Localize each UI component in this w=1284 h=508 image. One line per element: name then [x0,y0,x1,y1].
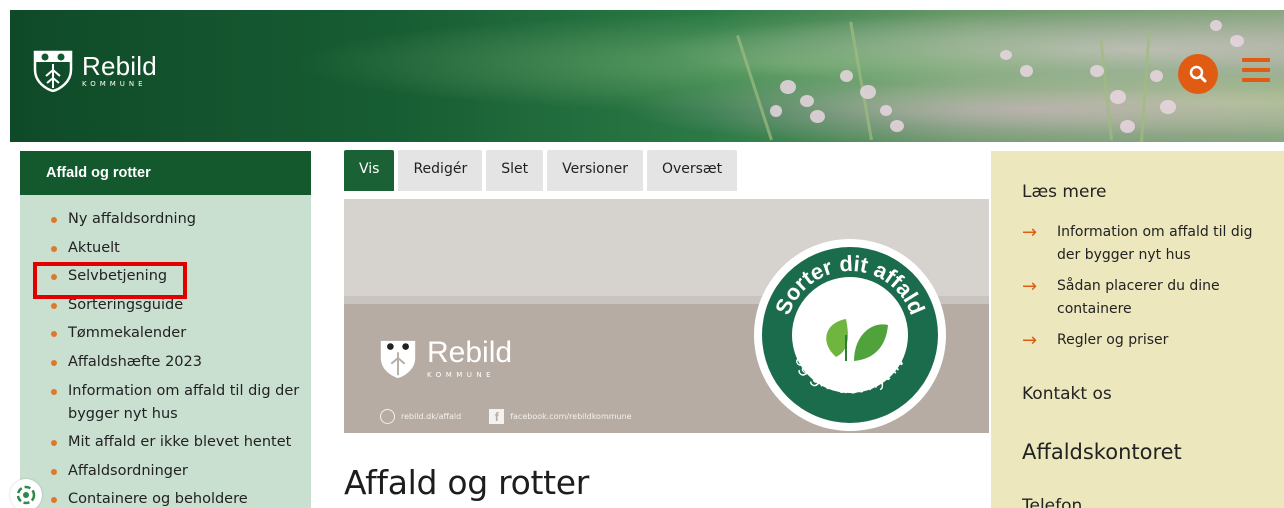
header-hero-image: Rebild KOMMUNE [10,10,1284,142]
office-heading: Affaldskontoret [1022,440,1182,464]
banner-facebook-link: facebook.com/rebildkommune [510,412,632,421]
contact-heading: Kontakt os [1022,384,1112,404]
affald-banner-image: Rebild KOMMUNE rebild.dk/affald f facebo… [344,199,989,433]
banner-logo-subtitle: KOMMUNE [427,370,496,379]
sidebar-item-selvbetjening[interactable]: Selvbetjening [50,266,311,286]
sidebar-item-affaldshaefte[interactable]: Affaldshæfte 2023 [50,352,311,372]
sidebar-item-containere[interactable]: Containere og beholdere [50,489,311,508]
facebook-icon: f [489,409,505,424]
sidebar-item-aktuelt[interactable]: Aktuelt [50,238,311,258]
header-logo[interactable]: Rebild KOMMUNE [32,48,157,92]
tab-slet[interactable]: Slet [486,150,544,191]
sidebar-nav: Affald og rotter Ny affaldsordning Aktue… [20,151,311,508]
read-more-heading: Læs mere [1022,182,1107,202]
globe-icon [380,409,395,424]
sidebar-item-sorteringsguide[interactable]: Sorteringsguide [50,295,311,315]
sidebar-list: Ny affaldsordning Aktuelt Selvbetjening … [20,195,311,508]
page-title: Affald og rotter [344,463,590,502]
arrow-right-icon: → [1022,222,1038,243]
sidebar-item-ny-affaldsordning[interactable]: Ny affaldsordning [50,209,311,229]
admin-tabs: Vis Redigér Slet Versioner Oversæt [344,150,738,191]
tab-rediger[interactable]: Redigér [398,150,483,191]
read-more-link-containere[interactable]: → Sådan placerer du dine containere [1022,275,1262,321]
cookie-settings-icon[interactable] [10,479,42,508]
tab-oversaet[interactable]: Oversæt [646,150,738,191]
read-more-list: → Information om affald til dig der bygg… [1022,221,1262,360]
read-more-link-nyt-hus[interactable]: → Information om affald til dig der bygg… [1022,221,1262,267]
sidebar-item-tommekalender[interactable]: Tømmekalender [50,323,311,343]
rebild-coat-of-arms-icon [33,50,73,92]
read-more-link-label: Information om affald til dig der bygger… [1057,224,1253,263]
search-button[interactable] [1178,54,1218,94]
phone-heading: Telefon [1022,496,1083,508]
logo-subtitle: KOMMUNE [82,79,147,88]
read-more-link-regler-priser[interactable]: → Regler og priser [1022,329,1262,352]
banner-logo: Rebild KOMMUNE [377,337,512,379]
sidebar-item-ikke-hentet[interactable]: Mit affald er ikke blevet hentet [50,432,311,452]
search-icon [1189,65,1207,83]
tab-versioner[interactable]: Versioner [547,150,643,191]
read-more-link-label: Sådan placerer du dine containere [1057,278,1220,317]
hamburger-menu-icon[interactable] [1242,58,1270,86]
sidebar-title[interactable]: Affald og rotter [20,151,311,195]
banner-coat-of-arms-icon [380,340,416,379]
read-more-link-label: Regler og priser [1057,332,1169,348]
logo-name: Rebild [82,50,157,81]
arrow-right-icon: → [1022,276,1038,297]
sorter-dit-affald-badge: Sorter dit affald og giv det nyt liv [754,239,946,431]
tab-vis[interactable]: Vis [344,150,395,191]
cookie-icon [16,485,36,505]
banner-web-link: rebild.dk/affald [401,412,462,421]
sidebar-item-affaldsordninger[interactable]: Affaldsordninger [50,461,311,481]
sidebar-item-info-nyt-hus[interactable]: Information om affald til dig der bygger… [50,380,311,426]
arrow-right-icon: → [1022,330,1038,351]
banner-logo-name: Rebild [427,335,513,369]
banner-links: rebild.dk/affald f facebook.com/rebildko… [380,409,632,424]
aside-panel: Læs mere → Information om affald til dig… [991,151,1284,508]
